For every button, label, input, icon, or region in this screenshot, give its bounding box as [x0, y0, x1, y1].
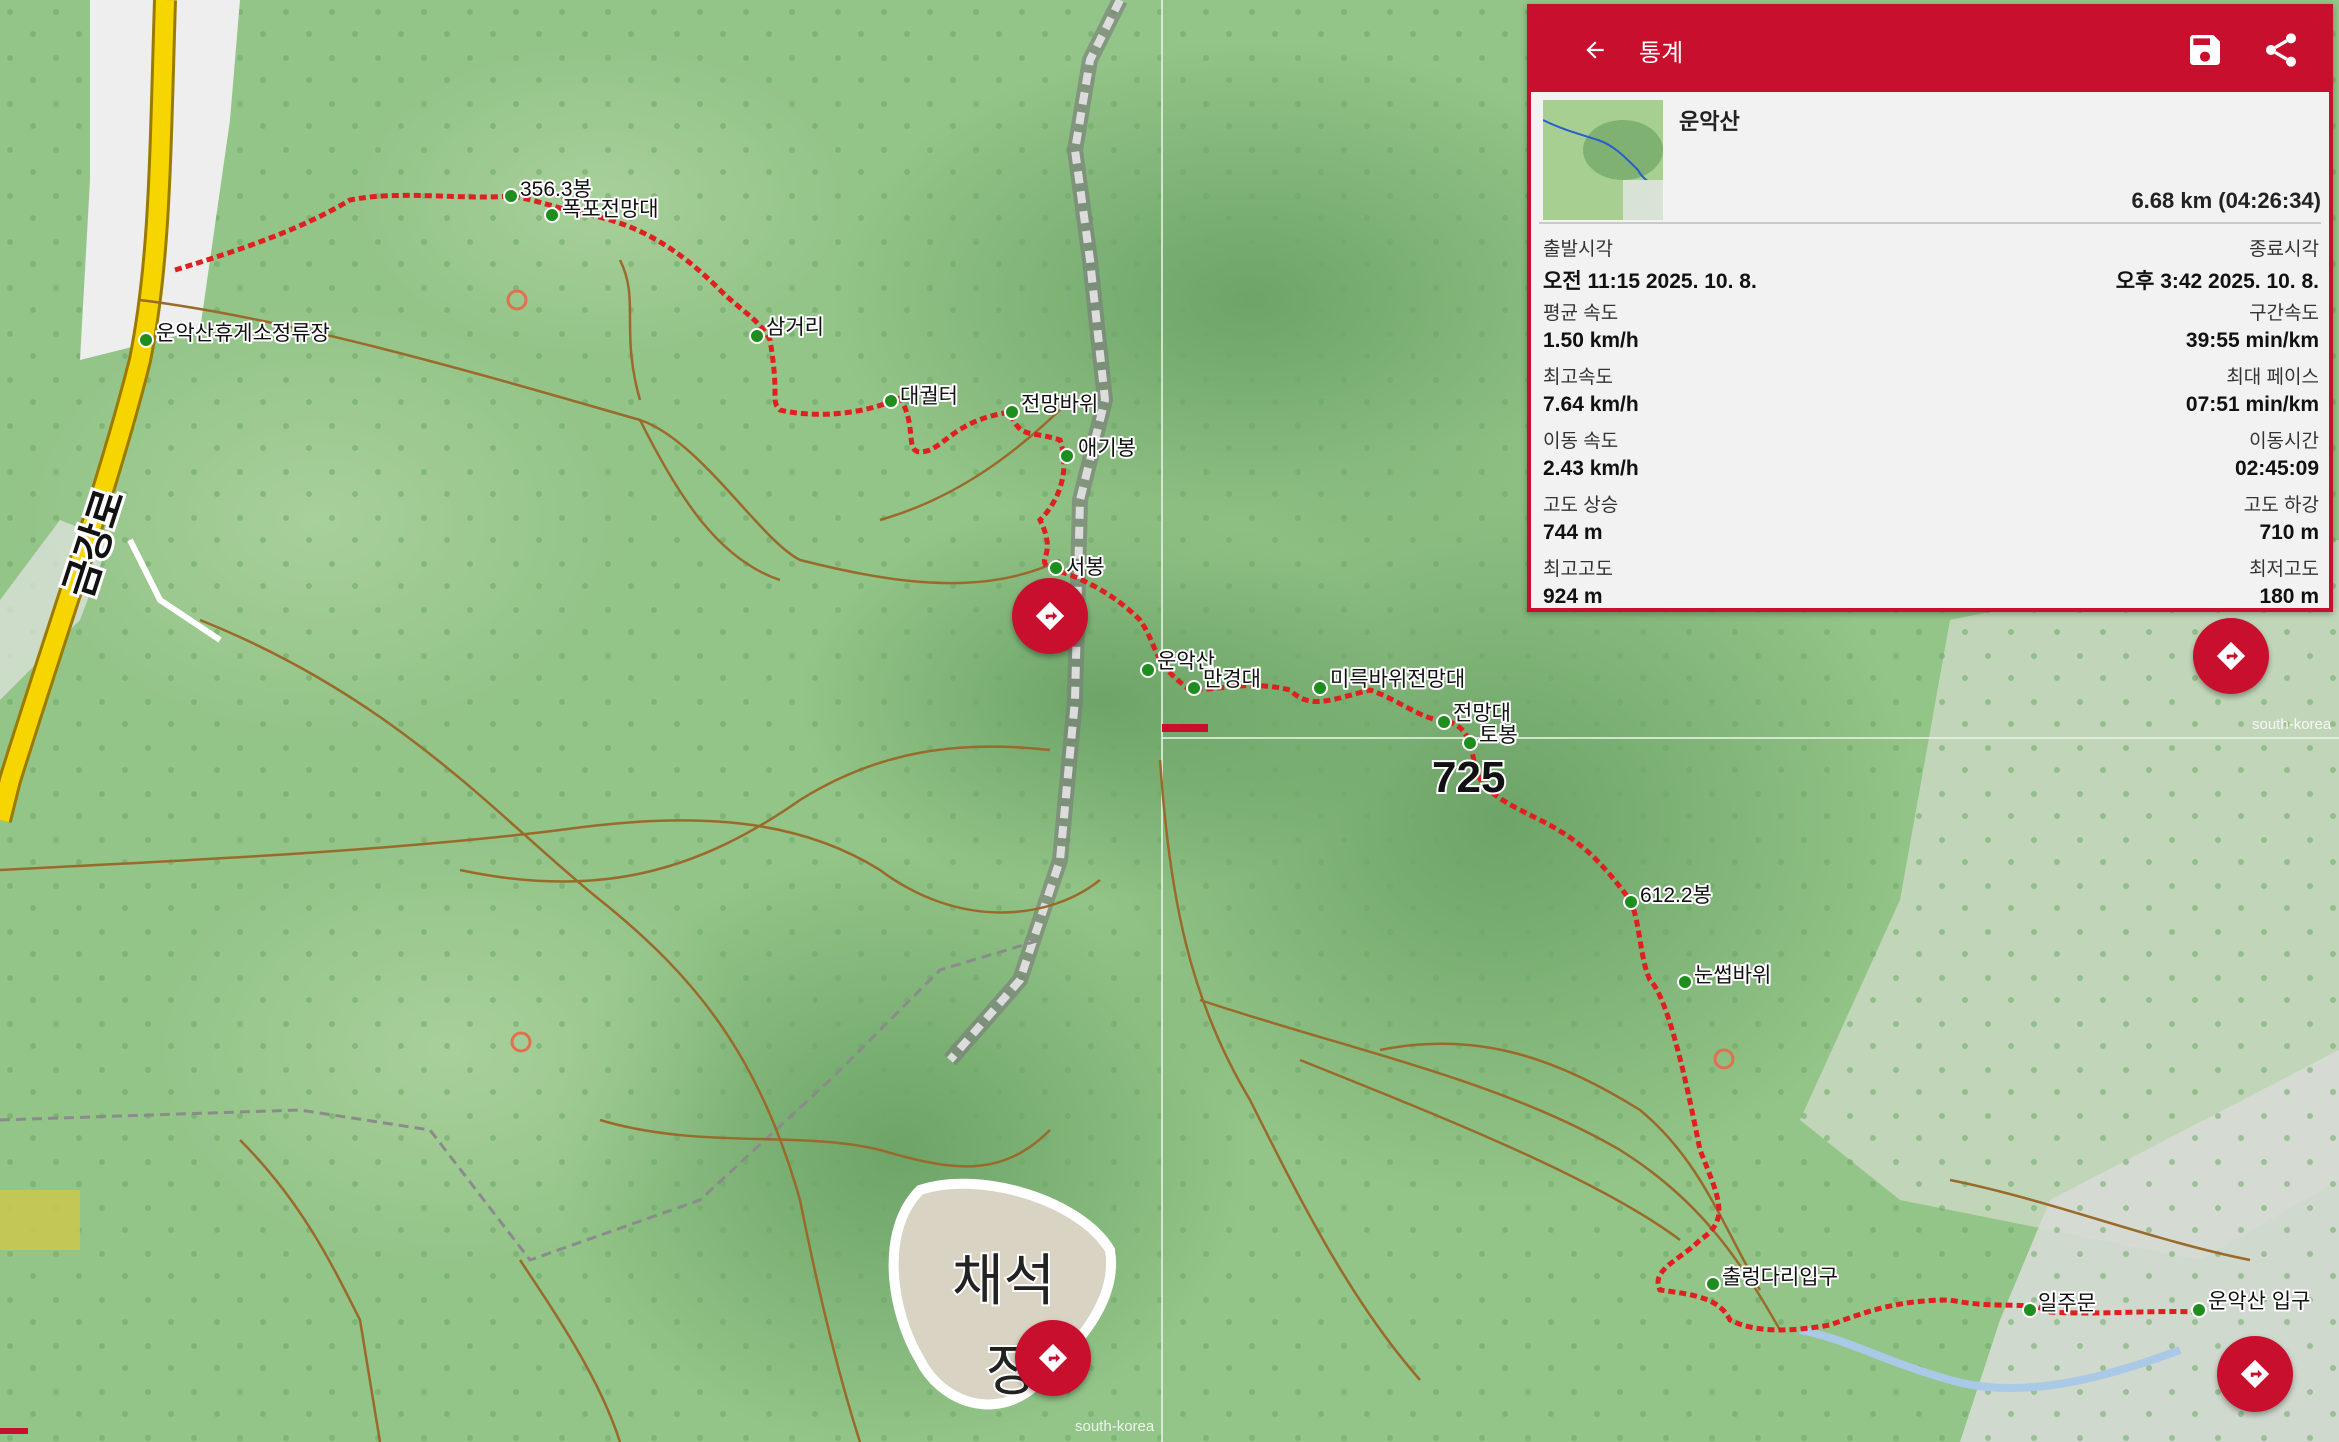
arrow-left-icon: [1586, 41, 1604, 59]
statistics-panel: 통계 운악산 6.68 km (04:26:34) 출발시각오전 11:15 2…: [1527, 4, 2333, 612]
route-distance-time: 6.68 km (04:26:34): [2131, 188, 2321, 213]
stat-value: 710 m: [2259, 521, 2319, 544]
waypoint-view-point: 전망대: [1453, 702, 1511, 725]
stat-label: 최고속도: [1543, 367, 1613, 388]
stat-value: 39:55 min/km: [2185, 329, 2319, 352]
stats-grid: 출발시각오전 11:15 2025. 10. 8. 종료시각오후 3:42 20…: [1531, 224, 2329, 612]
waypoint-iljumun: 일주문: [2038, 1292, 2096, 1315]
directions-icon: [1035, 601, 1065, 631]
stat-label: 고도 상승: [1543, 495, 1619, 516]
panel-header: 통계: [1531, 8, 2329, 92]
stat-value: 1.50 km/h: [1543, 329, 1639, 352]
stat-label: 종료시각: [2249, 239, 2319, 260]
stat-value: 07:51 min/km: [2185, 393, 2319, 416]
stat-value: 744 m: [1543, 521, 1603, 544]
waypoint-mireuk-view: 미륵바위전망대: [1330, 668, 1465, 691]
stat-label: 최고고도: [1543, 559, 1613, 580]
route-summary: 운악산 6.68 km (04:26:34): [1539, 92, 2321, 224]
stats-row: 평균 속도 1.50 km/h 구간속도 39:55 min/km: [1543, 292, 2319, 356]
waypoint-samgeori: 삼거리: [766, 316, 824, 339]
stat-label: 최저고도: [2249, 559, 2319, 580]
stat-value: 924 m: [1543, 585, 1603, 608]
stat-label: 평균 속도: [1543, 303, 1619, 324]
route-thumbnail: [1543, 100, 1663, 220]
stat-label: 최대 페이스: [2226, 367, 2319, 388]
region-watermark-2: south-korea: [1075, 1418, 1155, 1435]
directions-icon: [2216, 641, 2246, 671]
stats-row: 출발시각오전 11:15 2025. 10. 8. 종료시각오후 3:42 20…: [1543, 228, 2319, 293]
directions-button-4[interactable]: [2217, 1336, 2293, 1412]
stat-label: 이동 속도: [1543, 431, 1619, 452]
stat-label: 고도 하강: [2243, 495, 2319, 516]
waypoint-seobong: 서봉: [1066, 556, 1105, 579]
stat-value: 7.64 km/h: [1543, 393, 1639, 416]
waypoint-aegibong: 애기봉: [1078, 437, 1136, 460]
route-name: 운악산: [1679, 109, 1740, 134]
directions-icon: [2240, 1359, 2270, 1389]
waypoint-view-rock: 전망바위: [1021, 393, 1098, 416]
stats-row: 이동 속도 2.43 km/h 이동시간 02:45:09: [1543, 420, 2319, 484]
stats-row: 고도 상승 744 m 고도 하강 710 m: [1543, 484, 2319, 548]
waypoint-rest-area-stop: 운악산휴게소정류장: [156, 322, 330, 345]
stat-label: 출발시각: [1543, 239, 1613, 260]
quarry-label: 채석: [952, 1249, 1055, 1312]
stat-value: 2.43 km/h: [1543, 457, 1639, 480]
back-button[interactable]: [1575, 30, 1615, 70]
waypoint-daegwolteo: 대궐터: [900, 385, 958, 408]
stat-label: 이동시간: [2249, 431, 2319, 452]
directions-icon: [1038, 1343, 1068, 1373]
waypoint-nunsseop-rock: 눈썹바위: [1694, 964, 1771, 987]
directions-button-2[interactable]: [2193, 618, 2269, 694]
directions-button-1[interactable]: [1012, 578, 1088, 654]
waypoint-tobong: 토봉: [1479, 724, 1518, 747]
save-button[interactable]: [2185, 30, 2225, 70]
directions-button-3[interactable]: [1015, 1320, 1091, 1396]
stats-row: 최고고도 924 m 최저고도 180 m: [1543, 548, 2319, 612]
stat-value: 오전 11:15 2025. 10. 8.: [1543, 270, 1757, 293]
waypoint-falls-view: 폭포전망대: [562, 198, 659, 221]
save-icon: [2190, 35, 2220, 65]
stats-row: 최고속도 7.64 km/h 최대 페이스 07:51 min/km: [1543, 356, 2319, 420]
peak-elevation-label: 725: [1432, 753, 1505, 802]
stat-value: 02:45:09: [2234, 457, 2319, 480]
region-watermark: south-korea: [2252, 716, 2332, 733]
stat-label: 구간속도: [2249, 303, 2319, 324]
waypoint-bridge-entrance: 출렁다리입구: [1722, 1266, 1838, 1289]
stat-value: 오후 3:42 2025. 10. 8.: [2115, 270, 2319, 293]
share-button[interactable]: [2261, 30, 2301, 70]
waypoint-unaksan-entrance: 운악산 입구: [2208, 1290, 2310, 1313]
share-icon: [2266, 33, 2296, 67]
stat-value: 180 m: [2259, 585, 2319, 608]
panel-title: 통계: [1639, 39, 1684, 67]
waypoint-612-2bong: 612.2봉: [1640, 884, 1712, 907]
waypoint-mangyeongdae: 만경대: [1203, 668, 1261, 691]
